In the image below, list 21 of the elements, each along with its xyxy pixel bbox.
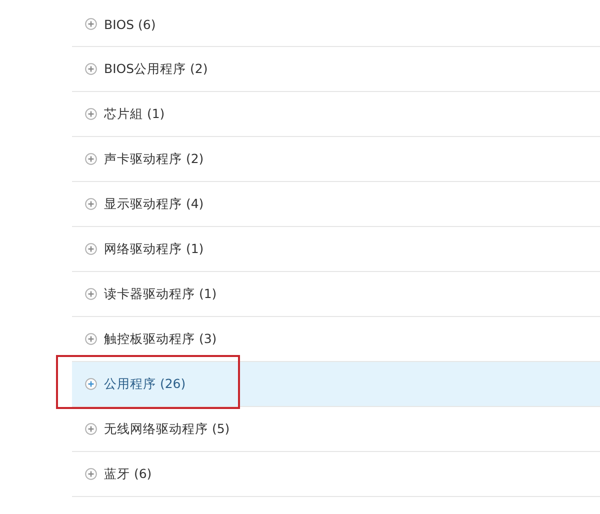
expand-icon [85,333,97,345]
category-item[interactable]: BIOS公用程序 (2) [72,47,600,92]
expand-icon [85,198,97,210]
expand-icon [85,378,97,390]
category-item[interactable]: 网络驱动程序 (1) [72,227,600,272]
expand-icon [85,468,97,480]
category-item[interactable]: 无线网络驱动程序 (5) [72,407,600,452]
expand-icon [85,153,97,165]
category-item[interactable]: BIOS (6) [72,2,600,47]
category-item[interactable]: 公用程序 (26) [72,362,600,407]
category-item[interactable]: 显示驱动程序 (4) [72,182,600,227]
category-item[interactable]: 读卡器驱动程序 (1) [72,272,600,317]
category-item[interactable]: 蓝牙 (6) [72,452,600,497]
expand-icon [85,423,97,435]
expand-icon [85,243,97,255]
expand-icon [85,18,97,30]
category-item[interactable]: 芯片組 (1) [72,92,600,137]
expand-icon [85,108,97,120]
category-item[interactable]: 声卡驱动程序 (2) [72,137,600,182]
expand-icon [85,288,97,300]
expand-icon [85,63,97,75]
